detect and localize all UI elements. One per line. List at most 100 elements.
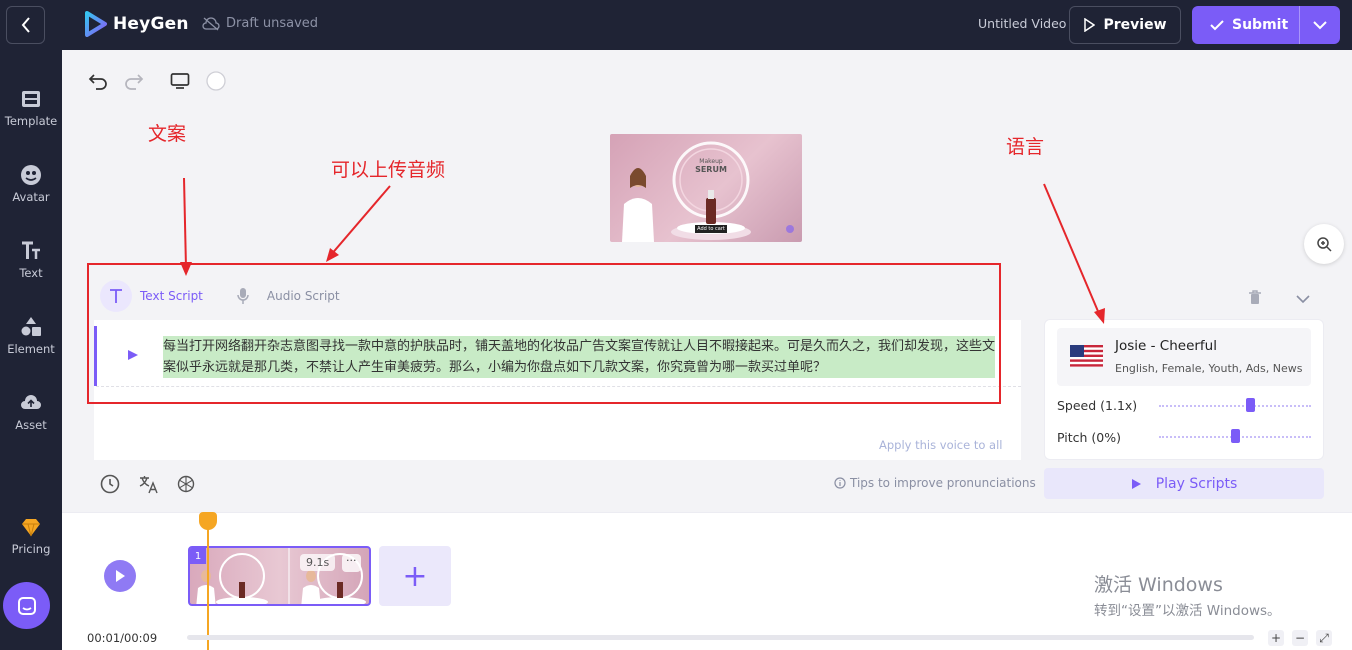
sidebar-item-asset[interactable]: Asset [0, 392, 62, 432]
watermark-subtitle: 转到“设置”以激活 Windows。 [1094, 603, 1281, 619]
heygen-logo-icon [85, 11, 107, 37]
scene-clip[interactable]: 1 9.1s ··· [188, 546, 371, 606]
sidebar-item-template[interactable]: Template [0, 88, 62, 128]
timeline-zoom-controls: + − ⤢ [1268, 630, 1332, 646]
play-outline-icon [1084, 18, 1096, 32]
delete-scene-button[interactable] [1248, 289, 1262, 309]
play-icon [116, 570, 125, 582]
cloud-off-icon [202, 16, 220, 30]
back-button[interactable] [6, 6, 45, 44]
speed-slider-knob[interactable] [1245, 398, 1255, 412]
clock-icon[interactable] [100, 474, 120, 494]
play-scripts-label: Play Scripts [1155, 475, 1238, 492]
video-preview[interactable]: Makeup SERUM Add to cart [610, 134, 802, 242]
watermark-title: 激活 Windows [1094, 574, 1223, 596]
undo-button[interactable] [88, 72, 108, 94]
annotation-language: 语言 [1006, 136, 1045, 158]
sidebar-item-label: Asset [15, 418, 47, 432]
background-color-button[interactable] [206, 71, 226, 95]
zoom-in-button[interactable] [1304, 224, 1344, 264]
draft-status: Draft unsaved [202, 16, 318, 31]
sidebar-item-label: Template [4, 114, 58, 128]
preview-button[interactable]: Preview [1069, 6, 1181, 44]
time-display: 00:01/00:09 [87, 631, 158, 645]
script-tools [100, 474, 196, 494]
timeline-play-button[interactable] [104, 560, 136, 592]
annotation-upload-audio: 可以上传音频 [331, 159, 446, 181]
annotation-highlight-box [87, 263, 1001, 404]
app-name: HeyGen [113, 14, 189, 34]
redo-icon [125, 74, 144, 90]
chat-icon [17, 596, 36, 615]
monitor-icon [170, 73, 190, 89]
collapse-panel-button[interactable] [1296, 289, 1310, 308]
redo-button[interactable] [124, 72, 144, 94]
scene-duration: 9.1s [300, 554, 336, 571]
preview-cta: Add to cart [697, 226, 725, 232]
timeline-scrubber[interactable] [187, 635, 1254, 640]
speed-slider[interactable] [1159, 405, 1311, 407]
speed-label: Speed (1.1x) [1057, 398, 1138, 413]
text-icon [22, 241, 40, 259]
submit-dropdown[interactable] [1300, 20, 1340, 30]
tips-label: Tips to improve pronunciations [850, 476, 1036, 490]
template-icon [22, 91, 40, 107]
pitch-label: Pitch (0%) [1057, 430, 1121, 445]
pitch-slider-knob[interactable] [1230, 429, 1240, 443]
apply-voice-to-all-link[interactable]: Apply this voice to all [879, 438, 1003, 452]
diamond-icon [22, 519, 40, 537]
play-icon [1131, 478, 1141, 489]
play-scripts-button[interactable]: Play Scripts [1044, 468, 1324, 499]
submit-button[interactable]: Submit [1192, 6, 1340, 44]
sidebar-item-label: Element [7, 342, 55, 356]
canvas-area: 文案 可以上传音频 语言 Makeup SERUM Add to cart [62, 50, 1352, 276]
scene-number: 1 [190, 548, 206, 564]
trash-icon [1249, 290, 1261, 304]
video-title[interactable]: Untitled Video [978, 16, 1066, 31]
playhead-handle[interactable] [199, 512, 217, 530]
cloud-upload-icon [21, 395, 41, 409]
voice-selector[interactable]: Josie - Cheerful English, Female, Youth,… [1057, 328, 1311, 386]
zoom-in-icon [1317, 237, 1332, 252]
pricing-label: Pricing [11, 542, 51, 556]
preview-line2: SERUM [695, 165, 727, 174]
pronunciation-tips-link[interactable]: Tips to improve pronunciations [834, 476, 1036, 490]
support-chat-button[interactable] [3, 582, 50, 629]
playhead[interactable] [207, 514, 209, 650]
preview-label: Preview [1103, 17, 1167, 33]
chevron-down-icon [1296, 295, 1310, 304]
avatar-icon [21, 165, 41, 185]
undo-icon [88, 74, 107, 90]
voice-settings-card: Josie - Cheerful English, Female, Youth,… [1044, 319, 1324, 460]
sidebar-item-pricing[interactable]: Pricing [0, 516, 62, 556]
submit-label: Submit [1232, 17, 1289, 33]
translate-icon[interactable] [138, 474, 158, 494]
submit-main[interactable]: Submit [1192, 6, 1300, 44]
top-bar: HeyGen Draft unsaved Untitled Video Prev… [0, 0, 1352, 50]
element-icon [21, 317, 41, 336]
scene-more-button[interactable]: ··· [342, 554, 361, 572]
us-flag-icon [1070, 345, 1103, 367]
add-scene-button[interactable]: + [379, 546, 451, 606]
timeline-zoom-in-button[interactable]: + [1268, 630, 1284, 646]
sidebar-item-avatar[interactable]: Avatar [0, 164, 62, 204]
chevron-down-icon [1313, 20, 1327, 29]
timeline-fit-button[interactable]: ⤢ [1316, 630, 1332, 646]
ai-openai-icon[interactable] [176, 474, 196, 494]
annotation-copy: 文案 [148, 123, 187, 145]
windows-activation-watermark: 激活 Windows 转到“设置”以激活 Windows。 [1094, 570, 1281, 619]
sidebar-item-element[interactable]: Element [0, 316, 62, 356]
sidebar-item-label: Avatar [12, 190, 50, 204]
sidebar-item-text[interactable]: Text [0, 240, 62, 280]
preview-line1: Makeup [699, 158, 723, 165]
voice-tags: English, Female, Youth, Ads, News [1115, 362, 1303, 375]
draft-status-text: Draft unsaved [226, 16, 319, 31]
color-swatch-icon [206, 71, 226, 91]
left-sidebar: Template Avatar Text Element Asset Prici… [0, 50, 62, 650]
aspect-ratio-button[interactable] [170, 72, 190, 94]
timeline-zoom-out-button[interactable]: − [1292, 630, 1308, 646]
check-icon [1210, 20, 1224, 31]
voice-name: Josie - Cheerful [1115, 338, 1217, 354]
info-icon [834, 477, 846, 489]
heygen-logo[interactable]: HeyGen [83, 11, 189, 37]
